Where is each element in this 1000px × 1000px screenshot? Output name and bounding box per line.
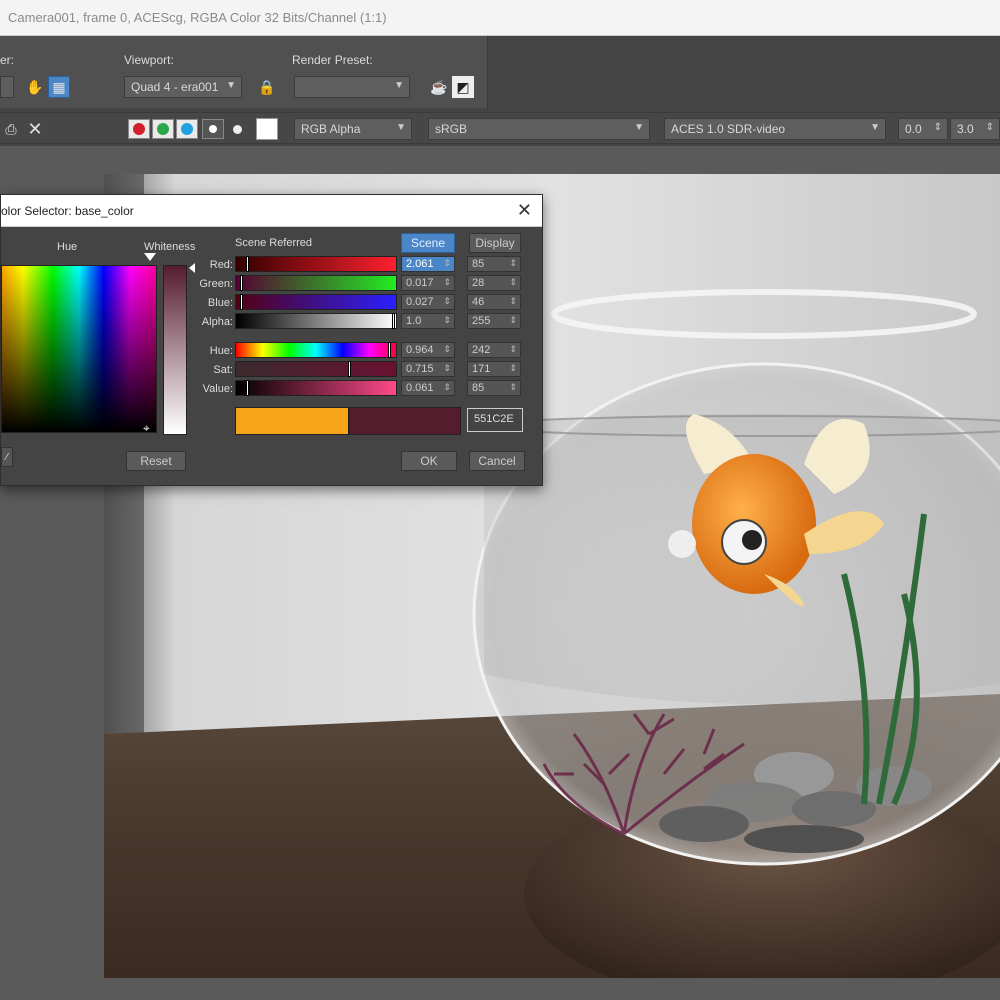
blue-scene-field[interactable]: 0.027 ⇕ xyxy=(401,294,455,310)
red-scene-field[interactable]: 2.061 ⇕ xyxy=(401,256,455,272)
ok-button[interactable]: OK xyxy=(401,451,457,471)
background-color-swatch[interactable] xyxy=(256,118,278,140)
original-color-swatch[interactable] xyxy=(235,407,349,435)
blue-label: Blue: xyxy=(207,297,233,309)
slider-marker-icon xyxy=(189,263,195,273)
green-scene-field[interactable]: 0.017 ⇕ xyxy=(401,275,455,291)
channel-value: RGB Alpha xyxy=(301,122,361,136)
frame-buffer-toolbar: ⎙ ✕ RGB Alpha ▼ sRGB ▼ ACES 1.0 SDR-vide… xyxy=(0,112,1000,144)
gamma-value: 3.0 xyxy=(957,122,974,136)
hue-display-field[interactable]: 242 ⇕ xyxy=(467,342,521,358)
exposure-value: 0.0 xyxy=(905,122,922,136)
display-transform-dropdown[interactable]: ACES 1.0 SDR-video ▼ xyxy=(664,118,886,140)
sat-label: Sat: xyxy=(213,364,233,376)
scene-referred-label: Scene Referred xyxy=(235,237,313,249)
hue-slider[interactable] xyxy=(235,342,397,358)
cancel-button[interactable]: Cancel xyxy=(469,451,525,471)
alpha-label: Alpha: xyxy=(201,316,233,328)
display-transform-value: ACES 1.0 SDR-video xyxy=(671,122,786,136)
alpha-display-field[interactable]: 255 ⇕ xyxy=(467,313,521,329)
channel-dropdown[interactable]: RGB Alpha ▼ xyxy=(294,118,412,140)
monochrome-icon[interactable] xyxy=(226,118,248,140)
green-display-field[interactable]: 28 ⇕ xyxy=(467,275,521,291)
print-icon[interactable]: ⎙ xyxy=(0,118,22,140)
close-icon[interactable]: ✕ xyxy=(24,118,46,140)
green-slider[interactable] xyxy=(235,275,397,291)
render-preset-dropdown[interactable]: ▼ xyxy=(294,76,410,98)
red-label: Red: xyxy=(209,259,233,271)
red-slider[interactable] xyxy=(235,256,397,272)
green-channel-toggle[interactable] xyxy=(152,119,174,139)
render-setup-icon[interactable]: ◩ xyxy=(452,76,474,98)
chevron-down-icon: ▼ xyxy=(394,80,404,91)
dialog-title-bar: olor Selector: base_color ✕ xyxy=(1,195,542,227)
viewport-value: Quad 4 - era001 xyxy=(131,80,219,94)
value-scene-field[interactable]: 0.061 ⇕ xyxy=(401,380,455,396)
value-slider[interactable] xyxy=(235,380,397,396)
lock-icon[interactable]: 🔒 xyxy=(256,76,278,98)
eyedropper-icon[interactable]: ⁄ xyxy=(1,447,13,467)
whiteness-label: Whiteness xyxy=(144,241,196,253)
viewport-label: Viewport: xyxy=(124,53,174,67)
hue-row-label: Hue: xyxy=(209,345,233,357)
value-display-field[interactable]: 85 ⇕ xyxy=(467,380,521,396)
area-label: er: xyxy=(0,53,15,67)
area-dropdown[interactable] xyxy=(0,76,14,98)
hue-value-picker[interactable] xyxy=(1,265,157,433)
reset-button[interactable]: Reset xyxy=(126,451,186,471)
colorspace-value: sRGB xyxy=(435,122,468,136)
whiteness-slider[interactable] xyxy=(163,265,187,435)
chevron-down-icon: ▼ xyxy=(634,122,644,133)
value-label: Value: xyxy=(202,383,233,395)
hue-label: Hue xyxy=(57,241,78,253)
hue-scene-field[interactable]: 0.964 ⇕ xyxy=(401,342,455,358)
chevron-down-icon: ▼ xyxy=(226,80,236,91)
color-selector-dialog: olor Selector: base_color ✕ Hue Whitenes… xyxy=(0,194,543,486)
whiteness-marker-icon xyxy=(144,253,156,261)
gamma-spinner[interactable]: 3.0 ⇕ xyxy=(950,118,1000,140)
render-options-panel xyxy=(0,36,488,108)
alpha-slider[interactable] xyxy=(235,313,397,329)
chevron-down-icon: ▼ xyxy=(396,122,406,133)
red-display-field[interactable]: 85 ⇕ xyxy=(467,256,521,272)
spinner-arrows-icon: ⇕ xyxy=(933,122,942,133)
green-label: Green: xyxy=(199,278,233,290)
new-color-swatch xyxy=(349,407,461,435)
alpha-scene-field[interactable]: 1.0 ⇕ xyxy=(401,313,455,329)
sat-scene-field[interactable]: 0.715 ⇕ xyxy=(401,361,455,377)
window-title: Camera001, frame 0, ACEScg, RGBA Color 3… xyxy=(8,10,387,25)
blue-display-field[interactable]: 46 ⇕ xyxy=(467,294,521,310)
blue-slider[interactable] xyxy=(235,294,397,310)
red-channel-toggle[interactable] xyxy=(128,119,150,139)
sat-display-field[interactable]: 171 ⇕ xyxy=(467,361,521,377)
viewport-dropdown[interactable]: Quad 4 - era001 ▼ xyxy=(124,76,242,98)
alpha-channel-toggle[interactable] xyxy=(202,119,224,139)
hex-field[interactable]: 551C2E xyxy=(467,408,523,432)
window-title-bar: Camera001, frame 0, ACEScg, RGBA Color 3… xyxy=(0,0,1000,36)
teapot-render-icon[interactable]: ☕ xyxy=(428,76,450,98)
render-preset-label: Render Preset: xyxy=(292,53,373,67)
close-icon[interactable]: ✕ xyxy=(517,200,532,221)
crosshair-icon: ⌖ xyxy=(143,421,150,435)
exposure-spinner[interactable]: 0.0 ⇕ xyxy=(898,118,948,140)
region-select-icon[interactable]: ▦ xyxy=(48,76,70,98)
render-toolbar: er: ✋ ▦ Viewport: Quad 4 - era001 ▼ 🔒 Re… xyxy=(0,36,1000,108)
tab-display[interactable]: Display xyxy=(469,233,521,253)
blue-channel-toggle[interactable] xyxy=(176,119,198,139)
hand-icon[interactable]: ✋ xyxy=(24,76,46,98)
dialog-title: olor Selector: base_color xyxy=(1,204,134,218)
spinner-arrows-icon: ⇕ xyxy=(985,122,994,133)
colorspace-dropdown[interactable]: sRGB ▼ xyxy=(428,118,650,140)
chevron-down-icon: ▼ xyxy=(870,122,880,133)
saturation-slider[interactable] xyxy=(235,361,397,377)
tab-scene[interactable]: Scene xyxy=(401,233,455,253)
